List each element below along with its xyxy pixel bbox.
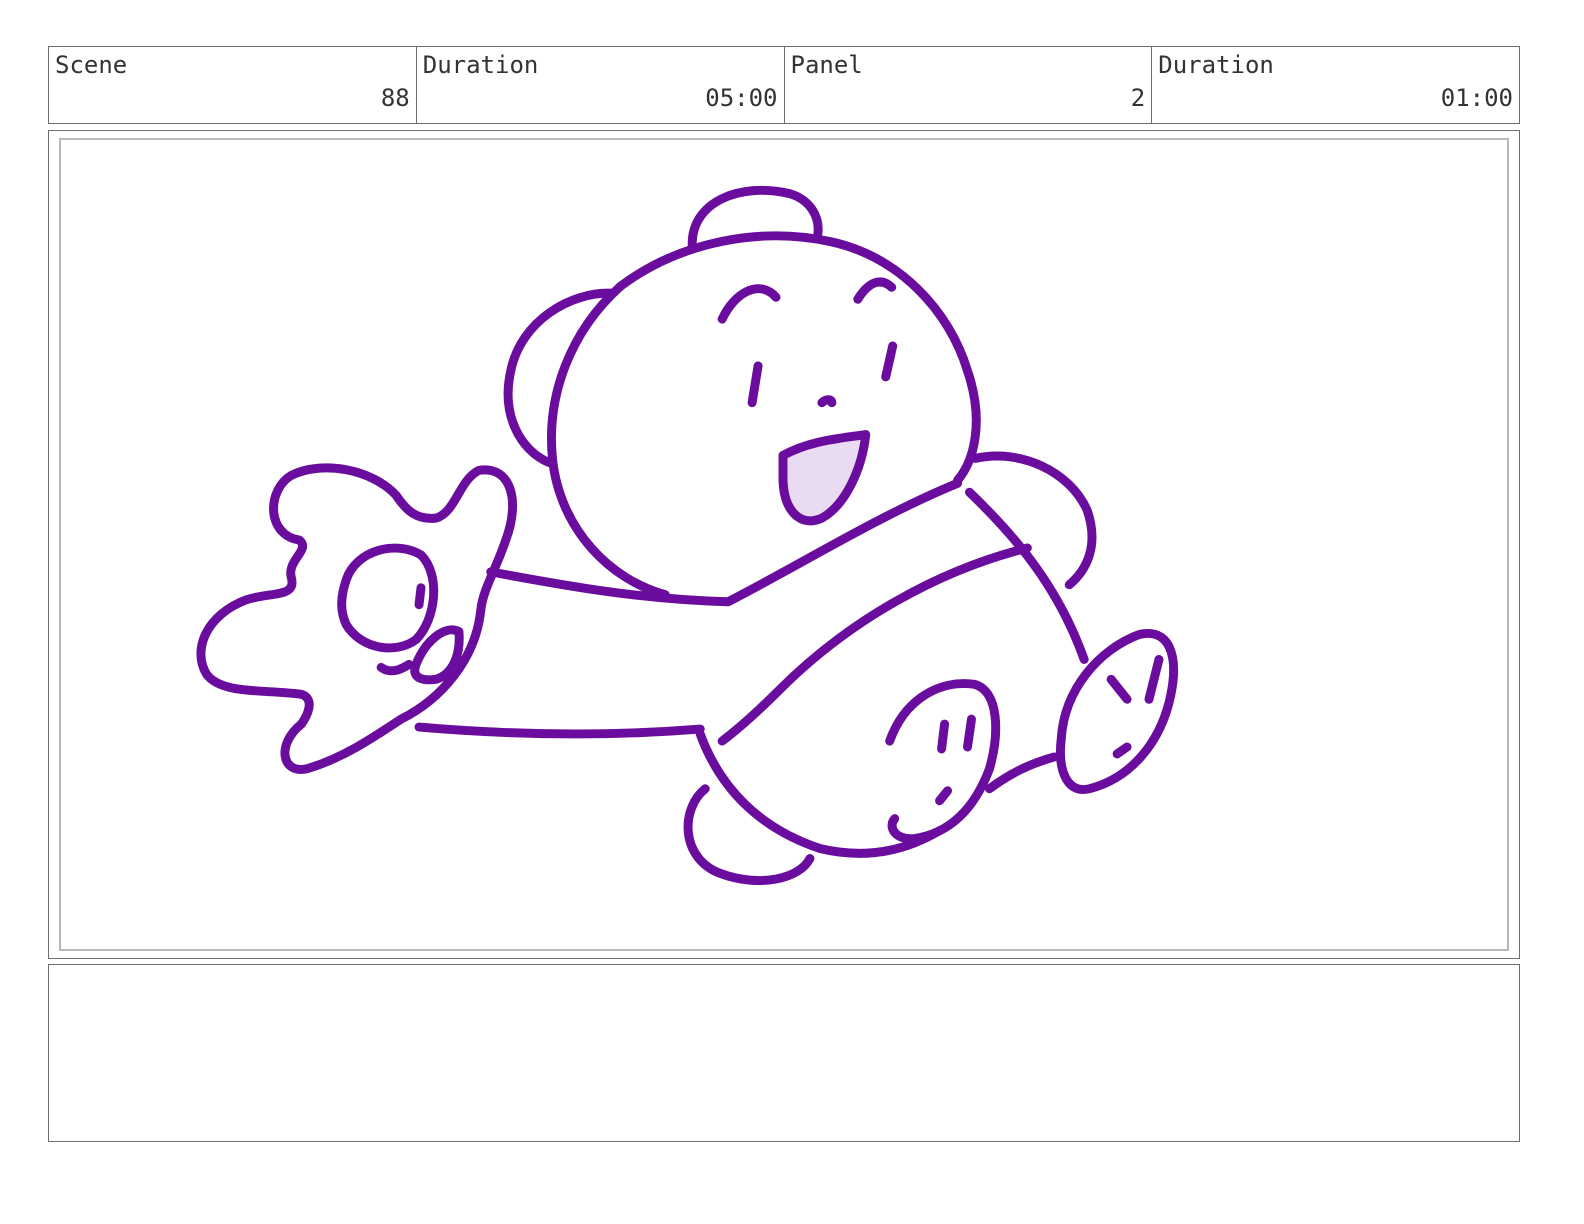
panel-duration-label: Duration — [1158, 51, 1274, 79]
panel-duration-value: 01:00 — [1440, 84, 1513, 112]
scene-label: Scene — [55, 51, 128, 79]
small-creature-pupil — [414, 583, 426, 610]
bear-arm-lower — [414, 722, 705, 739]
bear-brow-right — [853, 277, 897, 304]
bear-toe-right-2 — [1144, 654, 1164, 704]
panel-cell: Panel 2 — [785, 47, 1153, 123]
bear-face-left — [547, 281, 670, 600]
bear-toe-left-1 — [937, 719, 950, 754]
scene-number: 88 — [380, 84, 410, 112]
bear-hand — [196, 463, 517, 774]
scene-duration-value: 05:00 — [705, 84, 778, 112]
bear-toe-right-1 — [1106, 674, 1132, 704]
bear-foot-left-sole — [885, 679, 1001, 844]
bear-brow-left — [717, 284, 781, 324]
bear-drawing — [196, 185, 1178, 885]
panel-number: 2 — [1130, 84, 1146, 112]
bear-body-line — [964, 487, 1089, 664]
scene-duration-label: Duration — [422, 51, 539, 79]
bear-toe-left-2 — [963, 714, 976, 752]
bear-leg-right — [984, 752, 1059, 794]
bear-eye-left — [747, 361, 763, 408]
bear-toe-right-3 — [1112, 742, 1132, 759]
storyboard-header: Scene 88 Duration 05:00 Panel 2 Duration… — [48, 46, 1520, 124]
notes-box — [48, 964, 1520, 1142]
bear-toe-left-3 — [935, 786, 953, 806]
scene-duration-cell: Duration 05:00 — [417, 47, 785, 123]
bear-eye-right — [881, 341, 898, 382]
bear-mouth — [778, 430, 871, 526]
drawing-panel — [59, 138, 1509, 951]
panel-duration-cell: Duration 01:00 — [1152, 47, 1519, 123]
small-creature-chin — [376, 659, 414, 676]
panel-label: Panel — [790, 51, 863, 79]
bear-nose — [817, 395, 837, 408]
scene-cell: Scene 88 — [49, 47, 417, 123]
